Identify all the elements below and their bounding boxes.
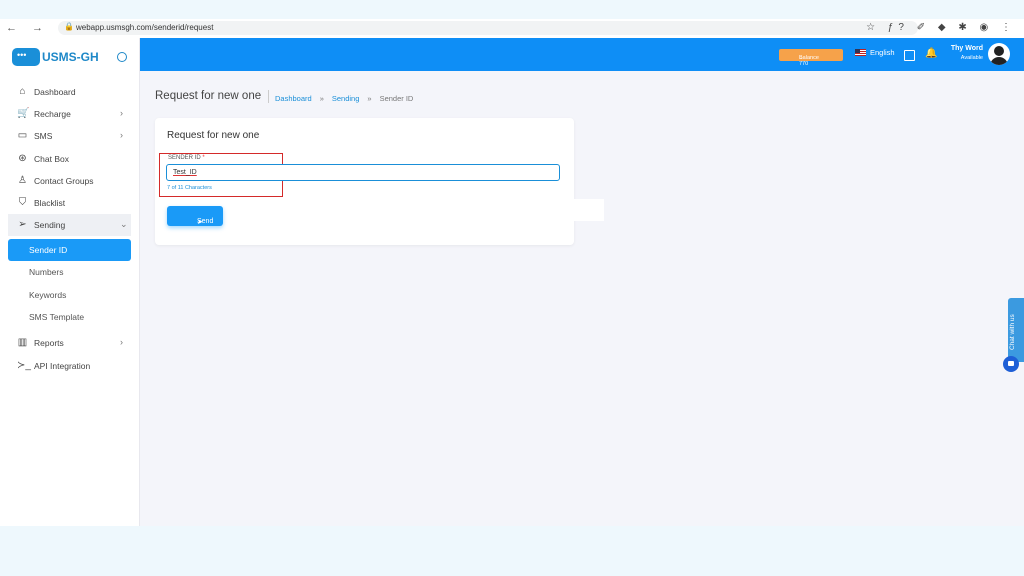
logo-text: USMS-GH	[42, 50, 99, 64]
sidebar-item-label: SMS Template	[29, 312, 85, 322]
chat-logo-icon	[12, 48, 40, 66]
chevron-down-icon: ⌄	[799, 55, 804, 61]
sidebar-item-numbers[interactable]: Numbers	[8, 261, 131, 283]
terminal-icon: ≻_	[17, 360, 31, 371]
sidebar-item-sms-template[interactable]: SMS Template	[8, 306, 131, 328]
sidebar-item-dashboard[interactable]: ⌂ Dashboard	[0, 81, 139, 103]
sidebar-item-label: Contact Groups	[34, 176, 94, 186]
sidebar-item-recharge[interactable]: 🛒 Recharge ›	[0, 103, 139, 125]
send-icon: ➢	[18, 219, 27, 230]
bar-chart-icon: ▥	[17, 337, 28, 348]
sender-id-label: SENDER ID *	[168, 155, 205, 161]
cart-icon: 🛒	[17, 108, 30, 119]
chevron-down-icon: ⌄	[120, 219, 128, 229]
sidebar-item-label: Keywords	[29, 290, 67, 300]
user-name[interactable]: Thy Word	[945, 45, 983, 52]
home-icon: ⌂	[19, 86, 26, 97]
sidebar-item-api-integration[interactable]: ≻_ API Integration	[0, 355, 139, 377]
breadcrumb: Dashboard » Sending » Sender ID	[275, 94, 413, 103]
bell-icon[interactable]: 🔔	[925, 48, 937, 59]
url-text[interactable]: webapp.usmsgh.com/senderid/request	[76, 23, 213, 32]
extension-icons[interactable]: ☆ ƒ? ✐ ◆ ✱ ◉ ⋮	[866, 22, 1016, 33]
sidebar-item-blacklist[interactable]: ⛉ Blacklist	[0, 192, 139, 214]
sidebar-item-label: Sender ID	[29, 245, 68, 255]
sidebar-item-label: Recharge	[34, 109, 71, 119]
user-status: Available	[960, 55, 983, 61]
balance-button[interactable]: Balance 770 ⌄	[779, 49, 843, 67]
sidebar-item-label: Blacklist	[34, 198, 66, 208]
sidebar-item-reports[interactable]: ▥ Reports ›	[0, 332, 139, 354]
chevron-right-icon: ›	[120, 108, 123, 118]
breadcrumb-separator: »	[367, 94, 372, 103]
blank-patch	[574, 199, 604, 221]
language-label: English	[870, 48, 895, 57]
chat-icon: ⊛	[18, 153, 27, 164]
request-card: Request for new one SENDER ID * 7 of 11 …	[155, 118, 574, 245]
character-count: 7 of 11 Characters	[167, 185, 212, 191]
address-bar[interactable]: 🔒 webapp.usmsgh.com/senderid/request	[58, 21, 918, 35]
breadcrumb-sending[interactable]: Sending	[332, 94, 360, 103]
sidebar-item-label: Numbers	[29, 267, 64, 277]
shield-icon: ⛉	[18, 197, 27, 208]
chat-with-us-tab[interactable]: Chat with us	[1008, 298, 1024, 362]
lock-icon: 🔒	[64, 22, 74, 31]
sidebar-item-sms[interactable]: ▭ SMS ›	[0, 125, 139, 147]
sidebar-item-chat-box[interactable]: ⊛ Chat Box	[0, 148, 139, 170]
sidebar-item-label: Reports	[34, 338, 64, 348]
sidebar-item-sender-id[interactable]: Sender ID	[8, 239, 131, 261]
card-title: Request for new one	[167, 130, 260, 141]
sidebar-item-label: SMS	[34, 131, 53, 141]
sidebar-item-label: Chat Box	[34, 154, 69, 164]
logo[interactable]: USMS-GH	[12, 46, 112, 70]
fullscreen-icon[interactable]	[904, 50, 915, 61]
breadcrumb-separator: »	[319, 94, 324, 103]
chevron-right-icon: ›	[120, 337, 123, 347]
sender-id-input[interactable]	[166, 164, 560, 181]
sender-id-label-text: SENDER ID	[168, 155, 201, 161]
sidebar-item-contact-groups[interactable]: ♙ Contact Groups	[0, 170, 139, 192]
browser-toolbar: ← → C 🔒 webapp.usmsgh.com/senderid/reque…	[0, 19, 1024, 38]
sidebar-item-label: API Integration	[34, 361, 91, 371]
chat-tab-label: Chat with us	[1009, 314, 1016, 350]
us-flag-icon[interactable]	[855, 49, 866, 56]
sidebar: USMS-GH ⌂ Dashboard 🛒 Recharge › ▭ SMS ›…	[0, 38, 140, 526]
breadcrumb-dashboard[interactable]: Dashboard	[275, 94, 312, 103]
message-icon: ▭	[17, 130, 28, 141]
collapse-sidebar-icon[interactable]	[117, 52, 127, 62]
chevron-right-icon: ›	[120, 130, 123, 140]
required-mark: *	[202, 155, 205, 161]
sidebar-item-keywords[interactable]: Keywords	[8, 284, 131, 306]
breadcrumb-current: Sender ID	[379, 94, 414, 103]
sidebar-item-label: Dashboard	[34, 87, 76, 97]
user-icon: ♙	[18, 175, 27, 186]
send-label: Send	[197, 218, 214, 225]
send-button[interactable]: ➤ Send	[167, 206, 223, 226]
app-shell: Balance 770 ⌄ English 🔔 Thy Word Availab…	[0, 38, 1024, 526]
sidebar-item-label: Sending	[34, 220, 66, 230]
chat-bubble-icon[interactable]	[1003, 356, 1019, 372]
sidebar-item-sending[interactable]: ➢ Sending ⌄	[8, 214, 131, 236]
avatar[interactable]	[988, 43, 1010, 65]
divider	[268, 90, 269, 103]
page-title: Request for new one	[155, 90, 262, 102]
